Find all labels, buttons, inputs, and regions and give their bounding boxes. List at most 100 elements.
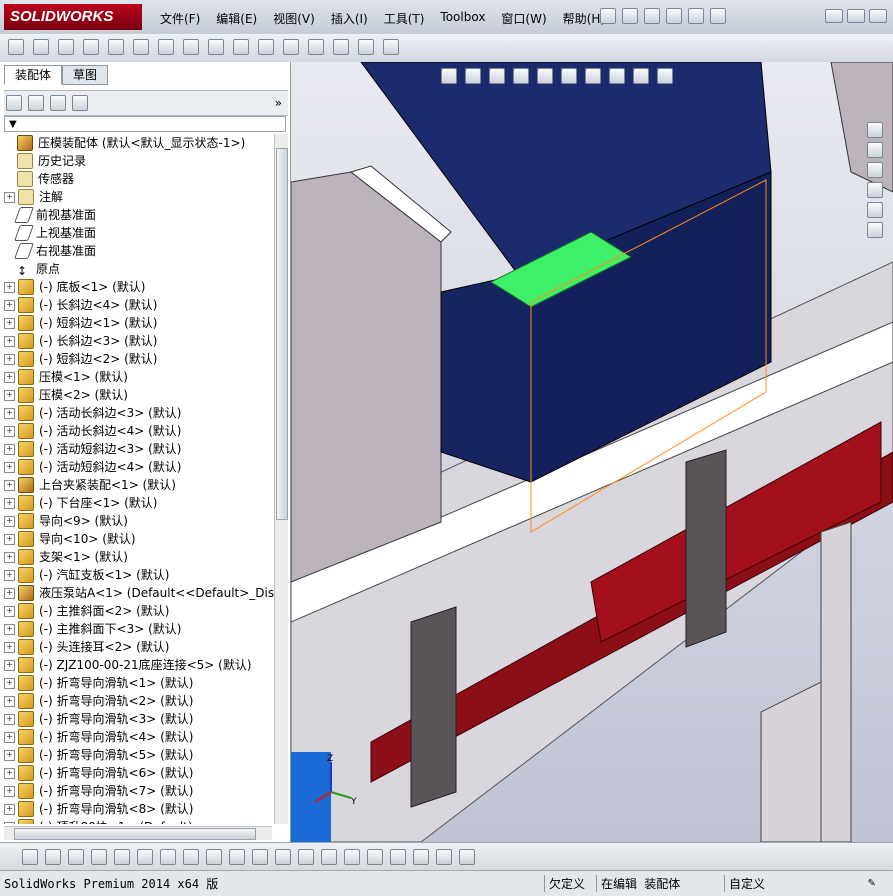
view-palette-icon[interactable] (867, 182, 883, 198)
fillet-icon[interactable] (160, 849, 176, 865)
expand-plus-icon[interactable]: + (4, 749, 15, 761)
point-icon[interactable] (22, 849, 38, 865)
tree-node[interactable]: + (-) 折弯导向滑轨<3> (默认) (4, 710, 274, 728)
construction-line-icon[interactable] (252, 849, 268, 865)
section-view-icon[interactable] (513, 68, 529, 84)
expand-plus-icon[interactable]: + (4, 497, 15, 509)
print-icon[interactable] (666, 8, 682, 24)
window-tile-icon[interactable] (459, 849, 475, 865)
tree-node[interactable]: 上视基准面 (4, 224, 274, 242)
section-icon[interactable] (413, 849, 429, 865)
line-icon[interactable] (68, 849, 84, 865)
circle-icon[interactable] (45, 849, 61, 865)
hide-show-items-icon[interactable] (585, 68, 601, 84)
tree-node[interactable]: + 导向<9> (默认) (4, 512, 274, 530)
relation-icon[interactable] (321, 849, 337, 865)
3d-box-icon[interactable] (344, 849, 360, 865)
solidworks-logo[interactable]: SOLIDWORKS (4, 4, 142, 30)
tree-node[interactable]: + (-) 顶升80块<1> (Default) (4, 818, 274, 824)
tree-node[interactable]: + (-) 活动长斜边<4> (默认) (4, 422, 274, 440)
tree-node[interactable]: + (-) 长斜边<3> (默认) (4, 332, 274, 350)
tree-node[interactable]: + (-) 活动短斜边<4> (默认) (4, 458, 274, 476)
tab-sketch[interactable]: 草图 (62, 65, 109, 85)
menu-item-1[interactable]: 编辑(E) (208, 10, 265, 27)
restore-icon[interactable] (847, 9, 865, 23)
bill-of-materials-icon[interactable] (258, 39, 274, 55)
expand-plus-icon[interactable]: + (4, 605, 15, 617)
explode-line-icon[interactable] (308, 39, 324, 55)
polygon-icon[interactable] (91, 849, 107, 865)
tree-node[interactable]: + (-) 主推斜面下<3> (默认) (4, 620, 274, 638)
view-orientation-icon[interactable] (537, 68, 553, 84)
expand-plus-icon[interactable]: + (4, 659, 15, 671)
appearances-icon[interactable] (867, 202, 883, 218)
menu-item-5[interactable]: Toolbox (432, 10, 493, 27)
menu-item-4[interactable]: 工具(T) (376, 10, 433, 27)
design-library-icon[interactable] (867, 142, 883, 158)
tree-node[interactable]: + (-) 头连接耳<2> (默认) (4, 638, 274, 656)
expand-plus-icon[interactable]: + (4, 191, 15, 203)
tree-node[interactable]: + (-) 短斜边<2> (默认) (4, 350, 274, 368)
solidworks-resources-icon[interactable] (867, 122, 883, 138)
expand-plus-icon[interactable]: + (4, 515, 15, 527)
tree-vertical-scrollbar[interactable] (274, 134, 288, 824)
tree-node[interactable]: + (-) 折弯导向滑轨<6> (默认) (4, 764, 274, 782)
view-settings-icon[interactable] (657, 68, 673, 84)
graphics-viewport[interactable]: Z Y (291, 62, 893, 842)
expand-plus-icon[interactable]: + (4, 317, 15, 329)
expand-plus-icon[interactable]: + (4, 785, 15, 797)
tree-node[interactable]: + (-) 活动长斜边<3> (默认) (4, 404, 274, 422)
tree-node[interactable]: + 上台夹紧装配<1> (默认) (4, 476, 274, 494)
tree-filter[interactable]: ▼ (4, 116, 286, 132)
file-explorer-icon[interactable] (867, 162, 883, 178)
expand-plus-icon[interactable]: + (4, 353, 15, 365)
offset-icon[interactable] (183, 849, 199, 865)
expand-plus-icon[interactable]: + (4, 587, 15, 599)
new-document-icon[interactable] (600, 8, 616, 24)
feature-manager-icon[interactable] (6, 95, 22, 111)
tree-node[interactable]: 历史记录 (4, 152, 274, 170)
tree-node[interactable]: + (-) 底板<1> (默认) (4, 278, 274, 296)
linear-pattern-icon[interactable] (83, 39, 99, 55)
interference-detection-icon[interactable] (333, 39, 349, 55)
expand-plus-icon[interactable]: + (4, 713, 15, 725)
close-icon[interactable] (869, 9, 887, 23)
expand-plus-icon[interactable]: + (4, 407, 15, 419)
paperclip-icon[interactable] (58, 39, 74, 55)
tree-node[interactable]: + (-) 长斜边<4> (默认) (4, 296, 274, 314)
expand-plus-icon[interactable]: + (4, 569, 15, 581)
mate-icon[interactable] (33, 39, 49, 55)
expand-plus-icon[interactable]: + (4, 731, 15, 743)
smart-dimension-icon[interactable] (275, 849, 291, 865)
exploded-view-icon[interactable] (283, 39, 299, 55)
menu-item-3[interactable]: 插入(I) (323, 10, 376, 27)
expand-plus-icon[interactable]: + (4, 443, 15, 455)
trim-icon[interactable] (114, 849, 130, 865)
tree-node[interactable]: + (-) 汽缸支板<1> (默认) (4, 566, 274, 584)
expand-chevron-icon[interactable]: » (275, 96, 282, 110)
tree-node[interactable]: + (-) 活动短斜边<3> (默认) (4, 440, 274, 458)
expand-plus-icon[interactable]: + (4, 767, 15, 779)
tree-node[interactable]: 右视基准面 (4, 242, 274, 260)
menu-item-0[interactable]: 文件(F) (152, 10, 208, 27)
expand-plus-icon[interactable]: + (4, 389, 15, 401)
display-style-icon[interactable] (561, 68, 577, 84)
tree-node[interactable]: + (-) 折弯导向滑轨<5> (默认) (4, 746, 274, 764)
menu-item-6[interactable]: 窗口(W) (493, 10, 554, 27)
instant3d-icon[interactable] (383, 39, 399, 55)
expand-plus-icon[interactable]: + (4, 335, 15, 347)
tree-node[interactable]: + (-) 短斜边<1> (默认) (4, 314, 274, 332)
tree-node[interactable]: + (-) 主推斜面<2> (默认) (4, 602, 274, 620)
assembly-features-icon[interactable] (183, 39, 199, 55)
shaded-view-icon[interactable] (367, 849, 383, 865)
expand-plus-icon[interactable]: + (4, 677, 15, 689)
tree-node[interactable]: 压模装配体 (默认<默认_显示状态-1>) (4, 134, 274, 152)
tree-node[interactable]: + (-) 下台座<1> (默认) (4, 494, 274, 512)
new-motion-study-icon[interactable] (233, 39, 249, 55)
expand-plus-icon[interactable]: + (4, 281, 15, 293)
open-folder-icon[interactable] (622, 8, 638, 24)
units-status[interactable]: 自定义 (724, 875, 765, 892)
tree-node[interactable]: + (-) ZJZ100-00-21底座连接<5> (默认) (4, 656, 274, 674)
tree-horizontal-scrollbar[interactable] (4, 826, 272, 840)
expand-plus-icon[interactable]: + (4, 533, 15, 545)
